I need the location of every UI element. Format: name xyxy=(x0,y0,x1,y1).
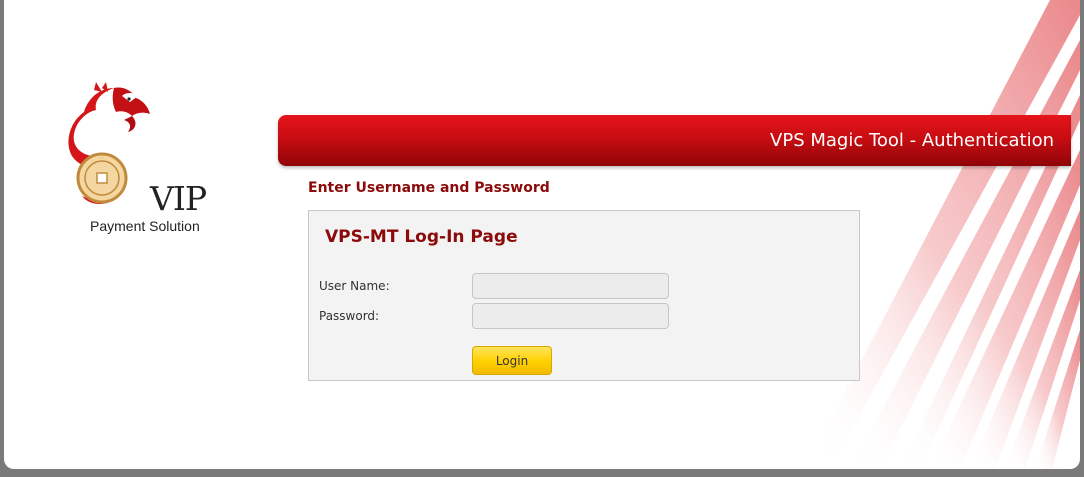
dragon-emblem-icon: · xyxy=(68,82,150,204)
page-title: VPS Magic Tool - Authentication xyxy=(770,130,1054,151)
login-form: VPS-MT Log-In Page User Name: Password: … xyxy=(308,210,860,381)
login-button[interactable]: Login xyxy=(472,346,552,375)
brand-tagline: Payment Solution xyxy=(90,218,200,234)
login-form-title: VPS-MT Log-In Page xyxy=(325,227,518,247)
svg-text:·: · xyxy=(101,155,103,162)
header-bar: VPS Magic Tool - Authentication xyxy=(278,115,1071,166)
username-input[interactable] xyxy=(472,273,669,299)
brand-name: VIP xyxy=(150,179,207,218)
password-label: Password: xyxy=(319,309,380,323)
instructions-text: Enter Username and Password xyxy=(308,180,550,196)
company-logo: · VIP Payment Solution xyxy=(66,82,216,242)
login-page: · VIP Payment Solution VPS Magic Tool - … xyxy=(4,0,1080,469)
password-input[interactable] xyxy=(472,303,669,329)
username-label: User Name: xyxy=(319,279,390,293)
